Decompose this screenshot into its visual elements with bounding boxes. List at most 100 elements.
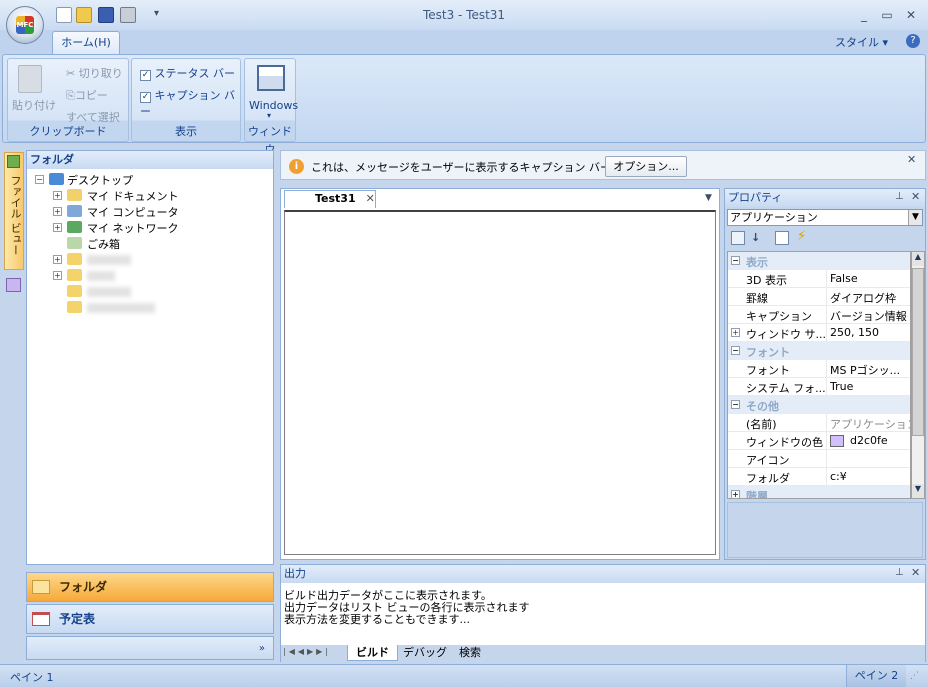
calendar-icon xyxy=(32,612,50,626)
property-row[interactable]: フォント MS Pゴシッ... xyxy=(728,360,910,378)
tree-item-recycle-bin[interactable]: ごみ箱 xyxy=(87,236,120,252)
expand-icon[interactable]: + xyxy=(731,490,740,498)
close-button[interactable]: ✕ xyxy=(902,8,920,22)
expand-icon[interactable]: + xyxy=(53,223,62,232)
property-pages-icon[interactable] xyxy=(775,231,789,245)
property-row[interactable]: (名前) アプリケーション xyxy=(728,414,910,432)
property-row[interactable]: アイコン xyxy=(728,450,910,468)
tab-search[interactable]: 検索 xyxy=(451,645,489,661)
collapse-icon[interactable]: − xyxy=(731,400,740,409)
cut-button[interactable]: ✂ 切り取り xyxy=(66,65,123,81)
windows-button[interactable]: Windows xyxy=(249,99,298,112)
scroll-down-icon[interactable]: ▼ xyxy=(912,484,924,498)
property-value[interactable]: バージョン情報 xyxy=(830,308,910,324)
alphabetical-icon[interactable]: ↓ xyxy=(751,231,767,244)
collapse-icon[interactable]: − xyxy=(731,256,740,265)
property-name: その他 xyxy=(746,400,779,413)
property-value[interactable]: MS Pゴシッ... xyxy=(830,362,910,378)
property-name: 階層 xyxy=(746,490,768,499)
tab-list-icon[interactable]: ▼ xyxy=(705,193,712,203)
pin-icon[interactable]: ⊥ xyxy=(895,567,904,578)
nav-folders-button[interactable]: フォルダ xyxy=(26,572,274,602)
nav-calendar-button[interactable]: 予定表 xyxy=(26,604,274,634)
property-value[interactable]: False xyxy=(830,272,910,285)
statusbar-checkbox[interactable]: ✓ ステータス バー xyxy=(140,65,235,81)
expand-icon[interactable]: + xyxy=(53,255,62,264)
pin-icon[interactable]: ⊥ xyxy=(895,191,904,202)
property-row[interactable]: + ウィンドウ サ... 250, 150 xyxy=(728,324,910,342)
tree-item-desktop[interactable]: デスクトップ xyxy=(67,172,133,188)
categorized-icon[interactable] xyxy=(731,231,745,245)
close-icon[interactable]: ✕ xyxy=(911,190,920,203)
blurred-folder-name[interactable] xyxy=(87,303,155,313)
pane-splitter[interactable] xyxy=(26,565,274,571)
tab-debug[interactable]: デバッグ xyxy=(395,645,455,661)
tab-test31[interactable]: Test31 ✕ xyxy=(284,190,376,208)
collapse-icon[interactable]: − xyxy=(731,346,740,355)
close-icon[interactable]: ✕ xyxy=(907,153,916,166)
property-row[interactable]: ウィンドウの色 d2c0fe xyxy=(728,432,910,450)
copy-button[interactable]: ⎘コピー xyxy=(66,87,108,103)
object-select[interactable]: アプリケーション ▼ xyxy=(727,209,923,226)
application-button[interactable]: MFC xyxy=(6,6,44,44)
save-icon[interactable] xyxy=(98,7,114,23)
new-file-icon[interactable] xyxy=(56,7,72,23)
print-icon[interactable] xyxy=(120,7,136,23)
expand-icon[interactable]: + xyxy=(731,328,740,337)
column-divider xyxy=(826,468,827,486)
blurred-folder-name[interactable] xyxy=(87,255,131,265)
property-row[interactable]: 3D 表示 False xyxy=(728,270,910,288)
expand-icon[interactable]: + xyxy=(53,271,62,280)
property-category[interactable]: − その他 xyxy=(728,396,910,414)
class-view-icon[interactable] xyxy=(6,278,21,292)
document-view[interactable] xyxy=(284,210,716,555)
tab-file-view[interactable]: ファイル ビュー xyxy=(4,152,24,270)
property-grid-scrollbar[interactable]: ▲ ▼ xyxy=(911,251,925,499)
scroll-up-icon[interactable]: ▲ xyxy=(912,252,924,266)
tab-home[interactable]: ホーム(H) xyxy=(52,31,120,55)
property-value[interactable]: 250, 150 xyxy=(830,326,910,339)
property-category[interactable]: − フォント xyxy=(728,342,910,360)
tab-scroll-icon[interactable]: |◀◀▶▶| xyxy=(283,647,331,656)
blurred-folder-name[interactable] xyxy=(87,271,115,281)
maximize-button[interactable]: ▭ xyxy=(878,8,896,22)
customize-qat-icon[interactable]: ▾ xyxy=(154,8,159,19)
property-category[interactable]: − 表示 xyxy=(728,252,910,270)
tab-build[interactable]: ビルド xyxy=(347,645,398,661)
column-divider xyxy=(826,360,827,378)
property-value[interactable]: アプリケーション xyxy=(830,416,910,432)
nav-more-button[interactable]: » xyxy=(26,636,274,660)
tree-item-my-network[interactable]: マイ ネットワーク xyxy=(87,220,179,236)
tree-item-my-documents[interactable]: マイ ドキュメント xyxy=(87,188,179,204)
property-row[interactable]: システム フォ... True xyxy=(728,378,910,396)
options-button[interactable]: オプション... xyxy=(605,156,687,177)
property-value[interactable]: ダイアログ枠 xyxy=(830,290,910,306)
minimize-button[interactable]: _ xyxy=(855,8,873,22)
paste-button[interactable]: 貼り付け xyxy=(12,97,56,113)
help-button[interactable]: ? xyxy=(906,34,920,48)
property-row[interactable]: 罫線 ダイアログ枠 xyxy=(728,288,910,306)
open-folder-icon[interactable] xyxy=(76,7,92,23)
property-value[interactable]: d2c0fe xyxy=(830,434,910,447)
blurred-folder-name[interactable] xyxy=(87,287,131,297)
resize-grip-icon[interactable]: ⋰ xyxy=(910,671,919,681)
my-documents-icon xyxy=(67,189,82,201)
tree-item-my-computer[interactable]: マイ コンピュータ xyxy=(87,204,179,220)
scroll-thumb[interactable] xyxy=(912,268,924,436)
property-value[interactable]: True xyxy=(830,380,910,393)
property-row[interactable]: キャプション バージョン情報 xyxy=(728,306,910,324)
events-icon[interactable]: ⚡ xyxy=(797,229,806,244)
expand-icon[interactable]: + xyxy=(53,207,62,216)
expand-icon[interactable]: + xyxy=(53,191,62,200)
property-row[interactable]: フォルダ c:¥ xyxy=(728,468,910,486)
property-grid[interactable]: − 表示 3D 表示 False 罫線 ダイアログ枠 キャプション バージョン情報 + ウィンドウ… xyxy=(727,251,911,499)
captionbar-checkbox[interactable]: ✓ キャプション バー xyxy=(140,87,240,119)
style-menu[interactable]: スタイル ▾ xyxy=(835,34,888,50)
scissors-icon: ✂ xyxy=(66,67,76,80)
property-category[interactable]: + 階層 xyxy=(728,486,910,499)
collapse-icon[interactable]: − xyxy=(35,175,44,184)
column-divider xyxy=(826,306,827,324)
property-value[interactable]: c:¥ xyxy=(830,470,910,483)
close-icon[interactable]: ✕ xyxy=(911,566,920,579)
close-icon[interactable]: ✕ xyxy=(366,192,375,205)
